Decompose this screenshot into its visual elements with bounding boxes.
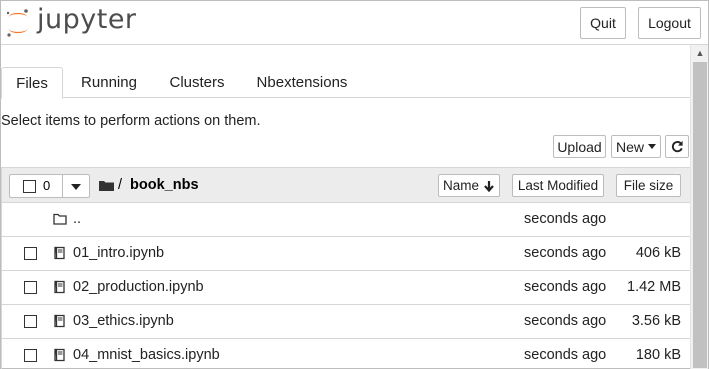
tab-bar: Files Running Clusters Nbextensions <box>1 67 690 99</box>
breadcrumb: / book_nbs <box>99 177 199 193</box>
notebook-icon <box>54 280 65 294</box>
refresh-icon <box>671 140 683 153</box>
folder-icon <box>53 213 67 225</box>
row-checkbox[interactable] <box>24 349 37 362</box>
row-checkbox[interactable] <box>24 247 37 260</box>
list-item[interactable]: 03_ethics.ipynb seconds ago 3.56 kB <box>2 305 690 339</box>
jupyter-logo-icon <box>6 9 28 37</box>
vertical-scrollbar[interactable]: ▲ <box>690 45 708 369</box>
select-dropdown-caret-icon[interactable] <box>71 184 81 190</box>
jupyter-logo[interactable]: jupyter <box>5 4 136 40</box>
tab-files[interactable]: Files <box>1 67 63 99</box>
list-item[interactable]: 01_intro.ipynb seconds ago 406 kB <box>2 237 690 271</box>
breadcrumb-folder-name[interactable]: book_nbs <box>130 177 198 193</box>
file-size: 406 kB <box>635 245 681 261</box>
caret-down-icon <box>648 144 656 149</box>
list-item[interactable]: 02_production.ipynb seconds ago 1.42 MB <box>2 271 690 305</box>
file-modified: seconds ago <box>524 211 607 227</box>
upload-button[interactable]: Upload <box>553 135 606 158</box>
file-modified: seconds ago <box>524 245 607 261</box>
file-name[interactable]: 01_intro.ipynb <box>73 245 164 261</box>
notebook-icon <box>54 314 65 328</box>
sort-name-label: Name <box>442 178 479 193</box>
sort-by-name-button[interactable]: Name <box>438 174 500 197</box>
file-name[interactable]: 02_production.ipynb <box>73 279 204 295</box>
header: jupyter Quit Logout <box>1 1 708 45</box>
arrow-down-icon <box>484 180 494 192</box>
new-dropdown-button[interactable]: New <box>611 135 661 158</box>
row-checkbox[interactable] <box>24 315 37 328</box>
file-size: 180 kB <box>635 347 681 363</box>
select-all-checkbox[interactable] <box>23 180 36 193</box>
breadcrumb-separator: / <box>118 177 123 193</box>
logo-text: jupyter <box>37 4 137 35</box>
sort-by-size-button[interactable]: File size <box>616 174 681 197</box>
list-item[interactable]: 04_mnist_basics.ipynb seconds ago 180 kB <box>2 339 690 369</box>
file-list: 0 / book_nbs Name Last Modified File siz… <box>1 167 690 369</box>
new-button-label: New <box>615 138 644 155</box>
select-all-group[interactable]: 0 <box>9 174 90 198</box>
tab-nbextensions[interactable]: Nbextensions <box>253 67 351 98</box>
scroll-up-arrow-icon[interactable]: ▲ <box>691 45 709 61</box>
list-item[interactable]: .. seconds ago <box>2 203 690 237</box>
selection-hint: Select items to perform actions on them. <box>1 113 261 129</box>
notebook-icon <box>54 348 65 362</box>
file-list-header: 0 / book_nbs Name Last Modified File siz… <box>2 168 690 203</box>
tab-clusters[interactable]: Clusters <box>161 67 233 98</box>
selected-count: 0 <box>43 178 51 193</box>
file-modified: seconds ago <box>524 313 607 329</box>
divider <box>62 175 63 197</box>
file-size: 3.56 kB <box>631 313 681 329</box>
file-modified: seconds ago <box>524 347 607 363</box>
file-name[interactable]: .. <box>73 211 81 227</box>
file-name[interactable]: 03_ethics.ipynb <box>73 313 174 329</box>
tab-running[interactable]: Running <box>73 67 145 98</box>
file-name[interactable]: 04_mnist_basics.ipynb <box>73 347 220 363</box>
window-frame: jupyter Quit Logout ▲ Files Running Clus… <box>0 0 709 369</box>
file-size: 1.42 MB <box>627 279 681 295</box>
folder-icon[interactable] <box>99 180 114 191</box>
quit-button[interactable]: Quit <box>580 7 626 39</box>
notebook-icon <box>54 246 65 260</box>
sort-by-modified-button[interactable]: Last Modified <box>512 174 604 197</box>
refresh-button[interactable] <box>665 135 689 158</box>
logout-button[interactable]: Logout <box>638 7 701 39</box>
row-checkbox[interactable] <box>24 281 37 294</box>
file-modified: seconds ago <box>524 279 607 295</box>
scroll-thumb[interactable] <box>693 62 707 368</box>
